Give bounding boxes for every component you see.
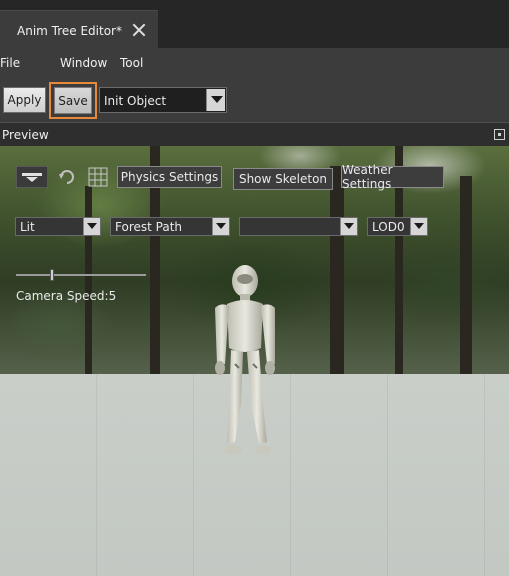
save-button-label: Save — [54, 87, 92, 114]
tab-title: Anim Tree Editor* — [17, 24, 122, 38]
menu-bar: File Window Tool — [0, 48, 509, 80]
save-button[interactable]: Save — [49, 82, 97, 119]
menu-window[interactable]: Window — [60, 56, 107, 70]
physics-settings-button[interactable]: Physics Settings — [117, 166, 222, 188]
rotate-icon[interactable] — [58, 168, 76, 186]
lod-value: LOD0 — [372, 220, 405, 234]
camera-speed-label: Camera Speed:5 — [16, 289, 117, 303]
chevron-down-icon[interactable] — [206, 89, 225, 111]
environment-value: Forest Path — [115, 220, 183, 234]
tab-anim-tree-editor[interactable]: Anim Tree Editor* — [0, 10, 158, 48]
extra-select[interactable] — [239, 217, 358, 236]
camera-icon[interactable] — [16, 166, 48, 188]
object-select[interactable]: Init Object — [99, 87, 227, 113]
toolbar: Apply Save Init Object — [0, 80, 509, 120]
close-icon[interactable] — [132, 23, 146, 37]
grid-icon[interactable] — [88, 167, 108, 187]
lod-select[interactable]: LOD0 — [367, 217, 428, 236]
pin-icon[interactable] — [494, 129, 505, 140]
menu-file[interactable]: File — [0, 56, 20, 70]
chevron-down-icon[interactable] — [410, 218, 427, 235]
preview-viewport[interactable]: Physics Settings Show Skeleton Weather S… — [0, 146, 509, 576]
preview-title: Preview — [2, 128, 49, 142]
camera-speed-slider-thumb[interactable] — [50, 269, 54, 281]
apply-button[interactable]: Apply — [3, 87, 46, 113]
object-select-value: Init Object — [104, 94, 167, 108]
tab-bar: Anim Tree Editor* — [0, 0, 509, 48]
chevron-down-icon[interactable] — [83, 218, 100, 235]
show-skeleton-button[interactable]: Show Skeleton — [233, 168, 333, 190]
render-mode-select[interactable]: Lit — [15, 217, 101, 236]
character-model — [215, 265, 275, 455]
menu-tool[interactable]: Tool — [120, 56, 143, 70]
render-mode-value: Lit — [20, 220, 35, 234]
chevron-down-icon[interactable] — [340, 218, 357, 235]
environment-select[interactable]: Forest Path — [110, 217, 230, 236]
preview-panel-header: Preview — [0, 122, 509, 146]
camera-speed-slider[interactable] — [16, 274, 146, 276]
chevron-down-icon[interactable] — [212, 218, 229, 235]
weather-settings-button[interactable]: Weather Settings — [341, 163, 444, 191]
